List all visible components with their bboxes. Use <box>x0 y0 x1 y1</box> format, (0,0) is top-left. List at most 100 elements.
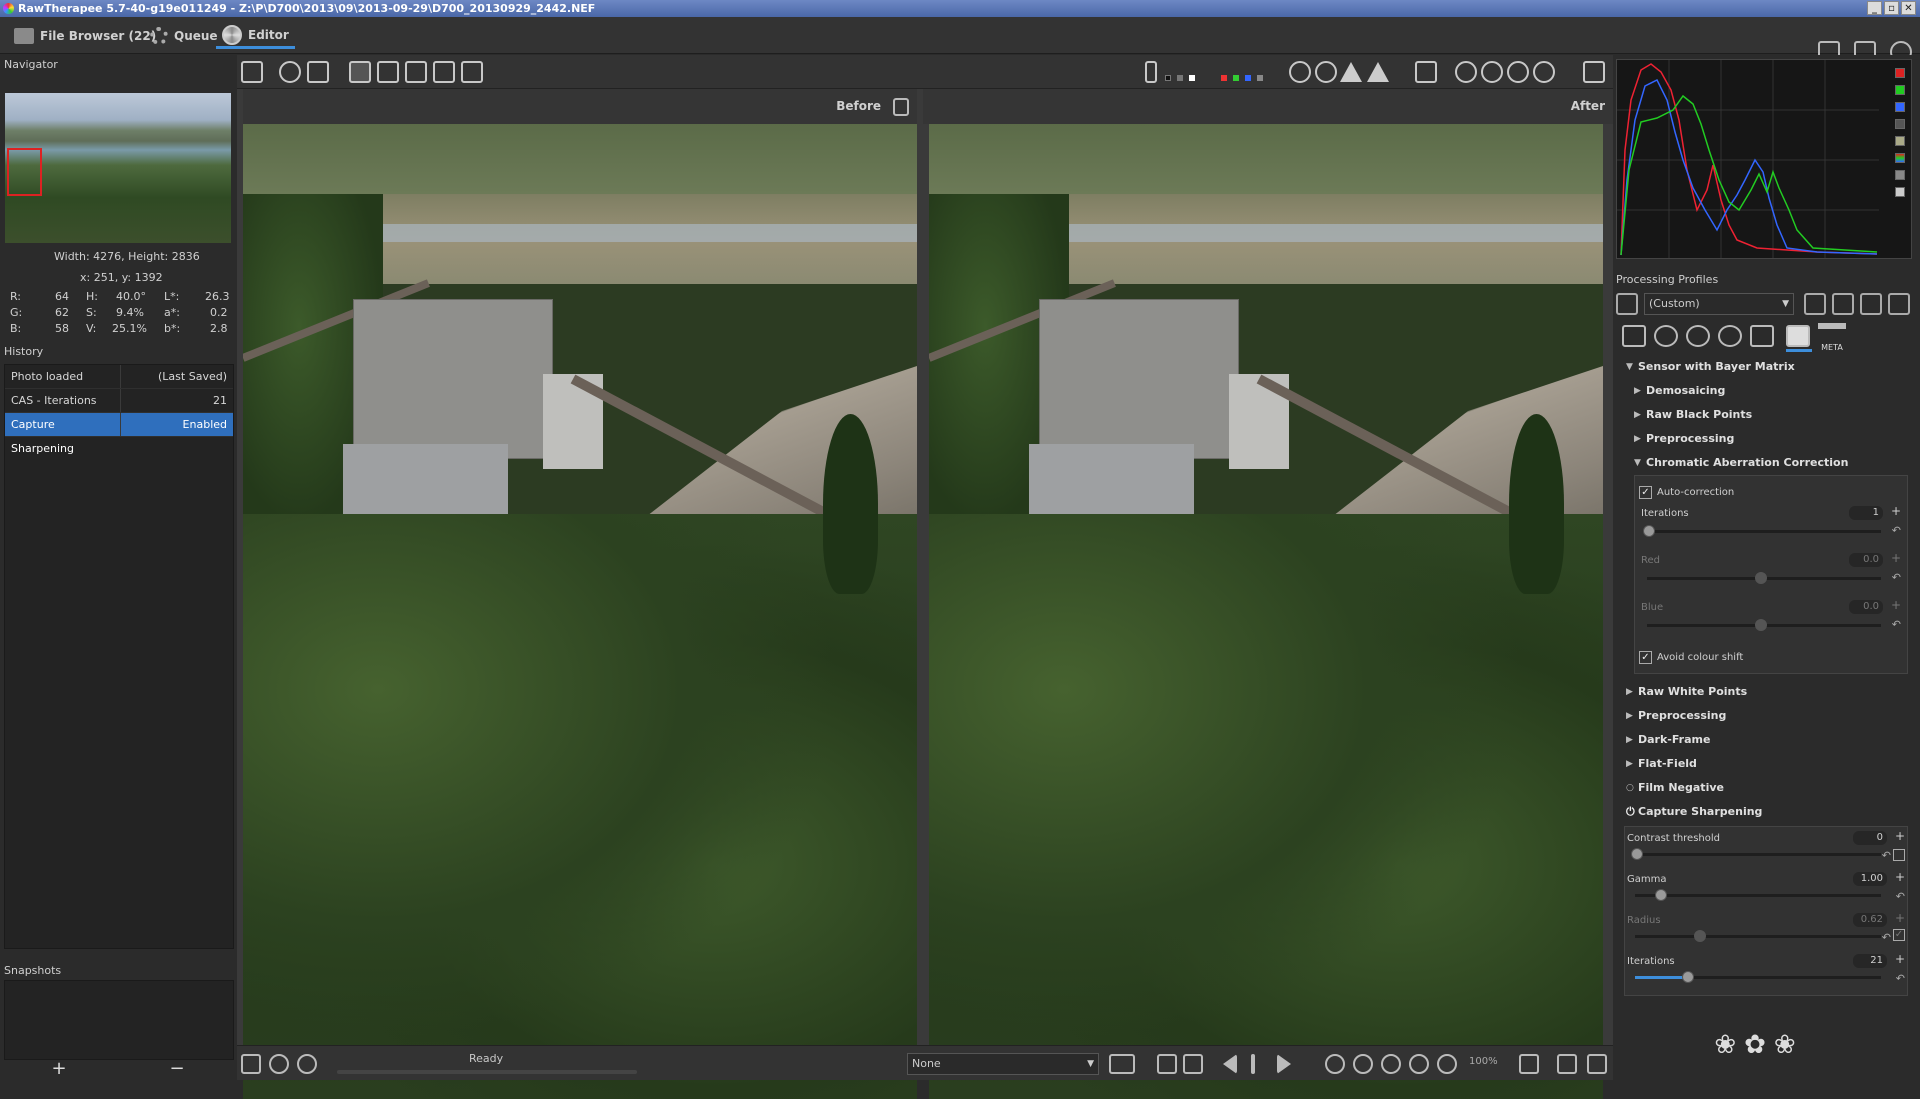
sync-icon[interactable] <box>1251 1054 1255 1074</box>
shadow-clip-icon[interactable] <box>1315 61 1337 83</box>
histogram-bar-toggle-icon[interactable] <box>1895 170 1905 180</box>
warning-highlights-icon[interactable] <box>1340 62 1362 82</box>
radius-slider[interactable]: Radius 0.62 + ↶ ✓ <box>1625 911 1907 952</box>
flat-field-section[interactable]: ▶ Flat-Field <box>1622 752 1912 776</box>
zoom-out-icon[interactable] <box>1325 1054 1345 1074</box>
slider-knob[interactable] <box>1694 930 1707 942</box>
history-row[interactable]: Photo loaded (Last Saved) <box>5 365 233 389</box>
bg-grey-icon[interactable] <box>1177 75 1183 81</box>
color-picker-icon[interactable] <box>405 61 427 83</box>
zoom-100-icon[interactable] <box>1437 1054 1457 1074</box>
circle-off-icon[interactable]: ○ <box>1626 776 1634 800</box>
ca-blue-value[interactable]: 0.0 <box>1849 600 1883 614</box>
processing-profile-select[interactable]: (Custom) ▼ <box>1644 293 1794 315</box>
auto-radius-checkbox[interactable]: ✓ <box>1893 929 1905 941</box>
fullscreen-view-icon[interactable] <box>1557 1054 1577 1074</box>
histogram-raw-toggle-icon[interactable] <box>1895 153 1905 163</box>
tab-advanced-icon[interactable] <box>1718 325 1742 347</box>
slider-knob[interactable] <box>1643 525 1655 537</box>
bg-black-icon[interactable] <box>1165 75 1171 81</box>
after-image[interactable] <box>929 124 1603 1099</box>
navigator-view-rect[interactable] <box>7 148 42 196</box>
histogram-green-toggle-icon[interactable] <box>1895 85 1905 95</box>
crop-icon[interactable] <box>433 61 455 83</box>
profile-list-icon[interactable] <box>1616 293 1638 315</box>
tab-exposure-icon[interactable] <box>1622 325 1646 347</box>
histogram-mode-icon[interactable] <box>1895 187 1905 197</box>
gamma-slider[interactable]: Gamma 1.00 + ↶ <box>1625 870 1907 911</box>
histogram[interactable] <box>1616 59 1912 259</box>
dark-frame-section[interactable]: ▶ Dark-Frame <box>1622 728 1912 752</box>
demosaicing-section[interactable]: ▶ Demosaicing <box>1622 379 1912 403</box>
bg-white-icon[interactable] <box>1189 75 1195 81</box>
tab-queue[interactable]: Queue <box>144 23 224 49</box>
raw-black-points-section[interactable]: ▶ Raw Black Points <box>1622 403 1912 427</box>
channel-luminance-icon[interactable] <box>1257 75 1263 81</box>
preview-selector-icon[interactable] <box>1109 1054 1135 1074</box>
preprocessing-bayer-section[interactable]: ▶ Preprocessing <box>1622 427 1912 451</box>
lock-icon[interactable] <box>893 98 909 116</box>
open-profile-icon[interactable] <box>1804 293 1826 315</box>
slider-knob[interactable] <box>1754 619 1767 631</box>
channel-blue-icon[interactable] <box>1245 75 1251 81</box>
reset-icon[interactable]: ↶ <box>1882 849 1891 862</box>
remove-snapshot-button[interactable]: − <box>169 1058 184 1080</box>
plus-minus-icon[interactable]: + <box>1891 504 1901 518</box>
history-list[interactable]: Photo loaded (Last Saved) CAS - Iteratio… <box>4 364 234 949</box>
auto-correction-checkbox[interactable]: ✓ Auto-correction <box>1639 480 1903 504</box>
contrast-threshold-value[interactable]: 0 <box>1853 831 1887 845</box>
history-row-selected[interactable]: Capture Sharpening Enabled <box>5 413 233 455</box>
histogram-toggle-icon[interactable] <box>1415 61 1437 83</box>
before-after-icon[interactable] <box>307 61 329 83</box>
avoid-colour-shift-checkbox[interactable]: ✓ Avoid colour shift <box>1639 645 1903 669</box>
previous-image-icon[interactable] <box>1223 1054 1237 1074</box>
ca-correction-section[interactable]: ▼ Chromatic Aberration Correction <box>1622 451 1912 475</box>
reset-icon[interactable]: ↶ <box>1896 890 1905 903</box>
tab-raw-icon[interactable] <box>1786 325 1810 347</box>
compare-icon[interactable] <box>1183 1054 1203 1074</box>
add-snapshot-button[interactable]: + <box>51 1058 66 1080</box>
hide-left-panel-icon[interactable] <box>241 61 263 83</box>
histogram-chroma-toggle-icon[interactable] <box>1895 136 1905 146</box>
sensor-bayer-section[interactable]: ▼ Sensor with Bayer Matrix <box>1622 355 1912 379</box>
ca-blue-slider[interactable]: Blue 0.0 + ↶ <box>1639 598 1903 645</box>
raw-white-points-section[interactable]: ▶ Raw White Points <box>1622 680 1912 704</box>
next-image-icon[interactable] <box>1277 1054 1291 1074</box>
save-profile-icon[interactable] <box>1832 293 1854 315</box>
tab-file-browser[interactable]: File Browser (22) <box>8 23 162 49</box>
histogram-luminance-toggle-icon[interactable] <box>1895 119 1905 129</box>
hide-right-panel-icon[interactable] <box>1587 1054 1607 1074</box>
ca-iterations-slider[interactable]: Iterations 1 + ↶ <box>1639 504 1903 551</box>
fit-crop-icon[interactable] <box>1157 1054 1177 1074</box>
hand-tool-icon[interactable] <box>349 61 371 83</box>
focus-mask-icon[interactable] <box>1289 61 1311 83</box>
copy-profile-icon[interactable] <box>1860 293 1882 315</box>
plus-minus-icon[interactable]: + <box>1895 911 1905 925</box>
reset-icon[interactable]: ↶ <box>1882 931 1891 944</box>
cas-iterations-slider[interactable]: Iterations 21 + ↶ <box>1625 952 1907 993</box>
warning-shadows-icon[interactable] <box>1367 62 1389 82</box>
reset-icon[interactable]: ↶ <box>1892 571 1901 584</box>
ca-iterations-value[interactable]: 1 <box>1849 506 1883 520</box>
maximize-button[interactable]: ▫ <box>1884 1 1899 15</box>
close-button[interactable]: ✕ <box>1901 1 1916 15</box>
info-icon[interactable] <box>279 61 301 83</box>
snapshots-list[interactable] <box>4 980 234 1060</box>
film-negative-section[interactable]: ○ Film Negative <box>1622 776 1912 800</box>
channel-red-icon[interactable] <box>1221 75 1227 81</box>
capture-sharpening-section[interactable]: ⏻ Capture Sharpening <box>1622 800 1912 824</box>
send-to-queue-icon[interactable] <box>269 1054 289 1074</box>
tab-detail-icon[interactable] <box>1654 325 1678 347</box>
plus-minus-icon[interactable]: + <box>1895 952 1905 966</box>
white-balance-picker-icon[interactable] <box>377 61 399 83</box>
gamma-value[interactable]: 1.00 <box>1853 872 1887 886</box>
minimize-button[interactable]: _ <box>1867 1 1882 15</box>
straighten-icon[interactable] <box>461 61 483 83</box>
histogram-red-toggle-icon[interactable] <box>1895 68 1905 78</box>
ca-red-slider[interactable]: Red 0.0 + ↶ <box>1639 551 1903 598</box>
before-image[interactable] <box>243 124 917 1099</box>
zoom-in-icon[interactable] <box>1353 1054 1373 1074</box>
paste-profile-icon[interactable] <box>1888 293 1910 315</box>
tab-color-icon[interactable] <box>1686 325 1710 347</box>
power-on-icon[interactable]: ⏻ <box>1626 800 1635 824</box>
